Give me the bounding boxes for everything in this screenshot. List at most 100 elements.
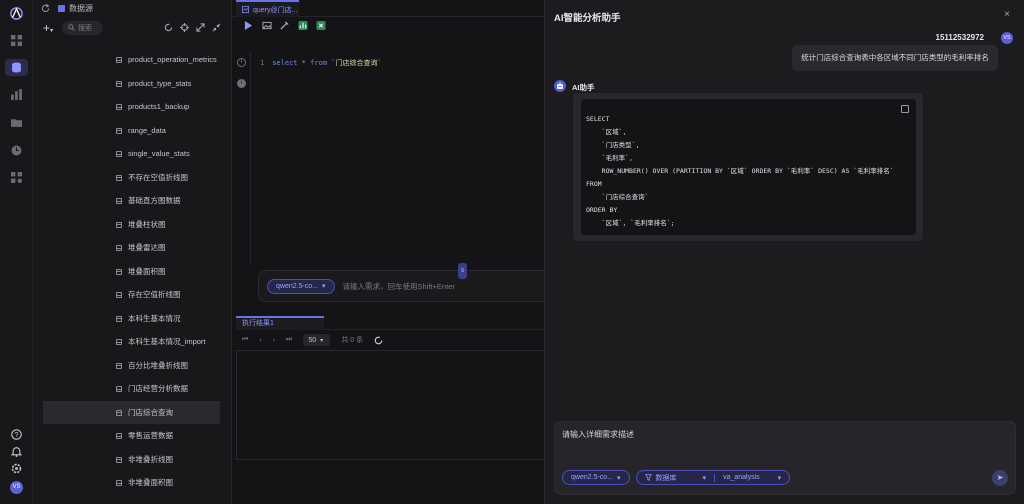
result-table	[236, 350, 556, 460]
chevron-down-icon: ▾	[320, 337, 324, 344]
ai-model-label: qwen2.5-co...	[571, 474, 614, 481]
logo-icon[interactable]	[9, 6, 24, 21]
ai-input-box[interactable]: 请输入详细需求描述 qwen2.5-co... ▾ 数据库 ▾ va_analy…	[554, 421, 1016, 495]
database-type-label: 数据库	[655, 474, 677, 482]
send-button[interactable]: ➤	[992, 470, 1008, 486]
database-select[interactable]: 数据库 ▾ va_analysis ▾	[635, 470, 791, 485]
model-select[interactable]: qwen2.5-co... ▾	[267, 278, 335, 294]
table-item[interactable]: 本科生基本情况	[43, 307, 220, 331]
copy-icon[interactable]	[901, 105, 909, 113]
expand-icon[interactable]	[196, 23, 205, 32]
chart-icon[interactable]	[11, 89, 22, 100]
page-size-select[interactable]: 50 ▾	[303, 334, 331, 346]
table-item[interactable]: 百分比堆叠折线图	[43, 354, 220, 378]
database-name-label: va_analysis	[723, 474, 760, 481]
table-item-label: 不存在空值折线图	[128, 172, 188, 182]
table-list: product_operation_metrics product_type_st…	[43, 48, 220, 495]
table-icon	[116, 221, 122, 228]
table-icon	[116, 104, 122, 110]
table-icon	[116, 57, 122, 63]
table-item[interactable]: range_data	[43, 119, 220, 143]
add-icon[interactable]: +▾	[43, 21, 57, 35]
model-select-label: qwen2.5-co...	[276, 282, 319, 290]
table-icon	[116, 127, 122, 134]
tab-result-1[interactable]: 执行结果1	[236, 316, 324, 330]
refresh-icon[interactable]	[41, 4, 50, 13]
inline-ai-chatbar: qwen2.5-co... ▾ 请输入需求，回车使用Shift+Enter	[258, 270, 558, 302]
table-item-label: range_data	[128, 125, 166, 135]
last-page-icon[interactable]: ⏭	[286, 336, 292, 344]
database-icon[interactable]	[5, 59, 28, 76]
grid-icon[interactable]	[11, 35, 22, 46]
format-icon[interactable]	[280, 21, 289, 30]
folder-icon[interactable]	[11, 117, 22, 128]
table-item[interactable]: 非堆叠折线图	[43, 448, 220, 472]
collapse-icon[interactable]	[212, 23, 221, 32]
chevron-down-icon: ▾	[777, 474, 782, 482]
table-item[interactable]: 零售运营数据	[43, 424, 220, 448]
table-item[interactable]: 门店经营分析数据	[43, 377, 220, 401]
close-icon[interactable]: ×	[1004, 9, 1010, 20]
ai-model-select[interactable]: qwen2.5-co... ▾	[562, 470, 630, 485]
collapse-toggle-icon[interactable]: ≡	[458, 263, 467, 279]
first-page-icon[interactable]: ⏮	[242, 336, 248, 344]
info-icon[interactable]: i	[237, 58, 246, 67]
sql-response-card: SELECT `区域`, `门店类型`, `毛利率`, ROW_NUMBER()…	[573, 93, 923, 241]
image-icon[interactable]	[262, 21, 272, 30]
prev-page-icon[interactable]: ‹	[259, 337, 261, 344]
export-icon[interactable]	[316, 21, 326, 30]
table-item[interactable]: 不存在空值折线图	[43, 166, 220, 190]
run-icon[interactable]	[244, 21, 253, 30]
table-item[interactable]: products1_backup	[43, 95, 220, 119]
table-item[interactable]: 门店综合查询	[43, 400, 220, 424]
help-icon[interactable]: ?	[11, 429, 22, 440]
kw-select: select	[272, 59, 298, 67]
breadcrumb[interactable]: 数据源	[58, 3, 93, 14]
table-item-label: single_value_stats	[128, 149, 190, 159]
table-item-label: 基础直方图数据	[128, 196, 181, 206]
tab-query[interactable]: query@门店...	[236, 0, 299, 17]
table-icon	[116, 480, 122, 486]
table-icon	[116, 339, 122, 345]
tree-toolbar: +▾ 搜索	[43, 20, 221, 35]
table-item[interactable]: 本科生基本情况_import	[43, 330, 220, 354]
sql-code-text[interactable]: SELECT `区域`, `门店类型`, `毛利率`, ROW_NUMBER()…	[586, 113, 894, 230]
settings-icon[interactable]	[11, 463, 22, 474]
search-input[interactable]: 搜索	[62, 20, 103, 35]
apps-icon[interactable]	[11, 172, 22, 183]
chat-input-placeholder[interactable]: 请输入需求，回车使用Shift+Enter	[343, 281, 455, 292]
table-item[interactable]: product_type_stats	[43, 72, 220, 96]
chevron-down-icon: ▾	[322, 283, 326, 290]
code-line-1[interactable]: 1 select * from `门店综合查询`	[260, 58, 382, 68]
table-item[interactable]: 基础直方图数据	[43, 189, 220, 213]
table-item[interactable]: 堆叠柱状图	[43, 213, 220, 237]
refresh-results-icon[interactable]	[374, 336, 383, 345]
reload-icon[interactable]	[164, 23, 173, 32]
table-item[interactable]: product_operation_metrics	[43, 48, 220, 72]
search-placeholder: 搜索	[78, 24, 92, 32]
database-name-select[interactable]: va_analysis ▾	[714, 473, 789, 482]
user-avatar[interactable]: VS	[10, 481, 23, 494]
clock-icon[interactable]	[11, 145, 22, 156]
table-item-label: products1_backup	[128, 102, 190, 112]
table-item[interactable]: 非堆叠面积图	[43, 471, 220, 495]
table-item-label: 零售运营数据	[128, 431, 173, 441]
info-filled-icon[interactable]: i	[237, 79, 246, 88]
editor-tabs: query@门店...	[232, 0, 544, 17]
table-item[interactable]: 堆叠雷达图	[43, 236, 220, 260]
table-item[interactable]: 堆叠面积图	[43, 260, 220, 284]
table-icon	[116, 174, 122, 181]
chart-toolbar-icon[interactable]	[298, 21, 308, 30]
table-icon	[116, 362, 122, 369]
table-item-label: 本科生基本情况_import	[128, 337, 206, 347]
table-item[interactable]: single_value_stats	[43, 142, 220, 166]
next-page-icon[interactable]: ›	[273, 337, 275, 344]
table-icon	[116, 292, 122, 298]
bell-icon[interactable]	[10, 446, 23, 457]
table-item[interactable]: 存在空值折线图	[43, 283, 220, 307]
tab-query-label: query@门店...	[253, 6, 298, 14]
database-type-select[interactable]: 数据库 ▾	[637, 473, 715, 483]
locate-icon[interactable]	[180, 23, 189, 32]
user-message: 统计门店综合查询表中各区域不同门店类型的毛利率排名	[792, 45, 998, 71]
table-item-label: 堆叠雷达图	[128, 243, 166, 253]
